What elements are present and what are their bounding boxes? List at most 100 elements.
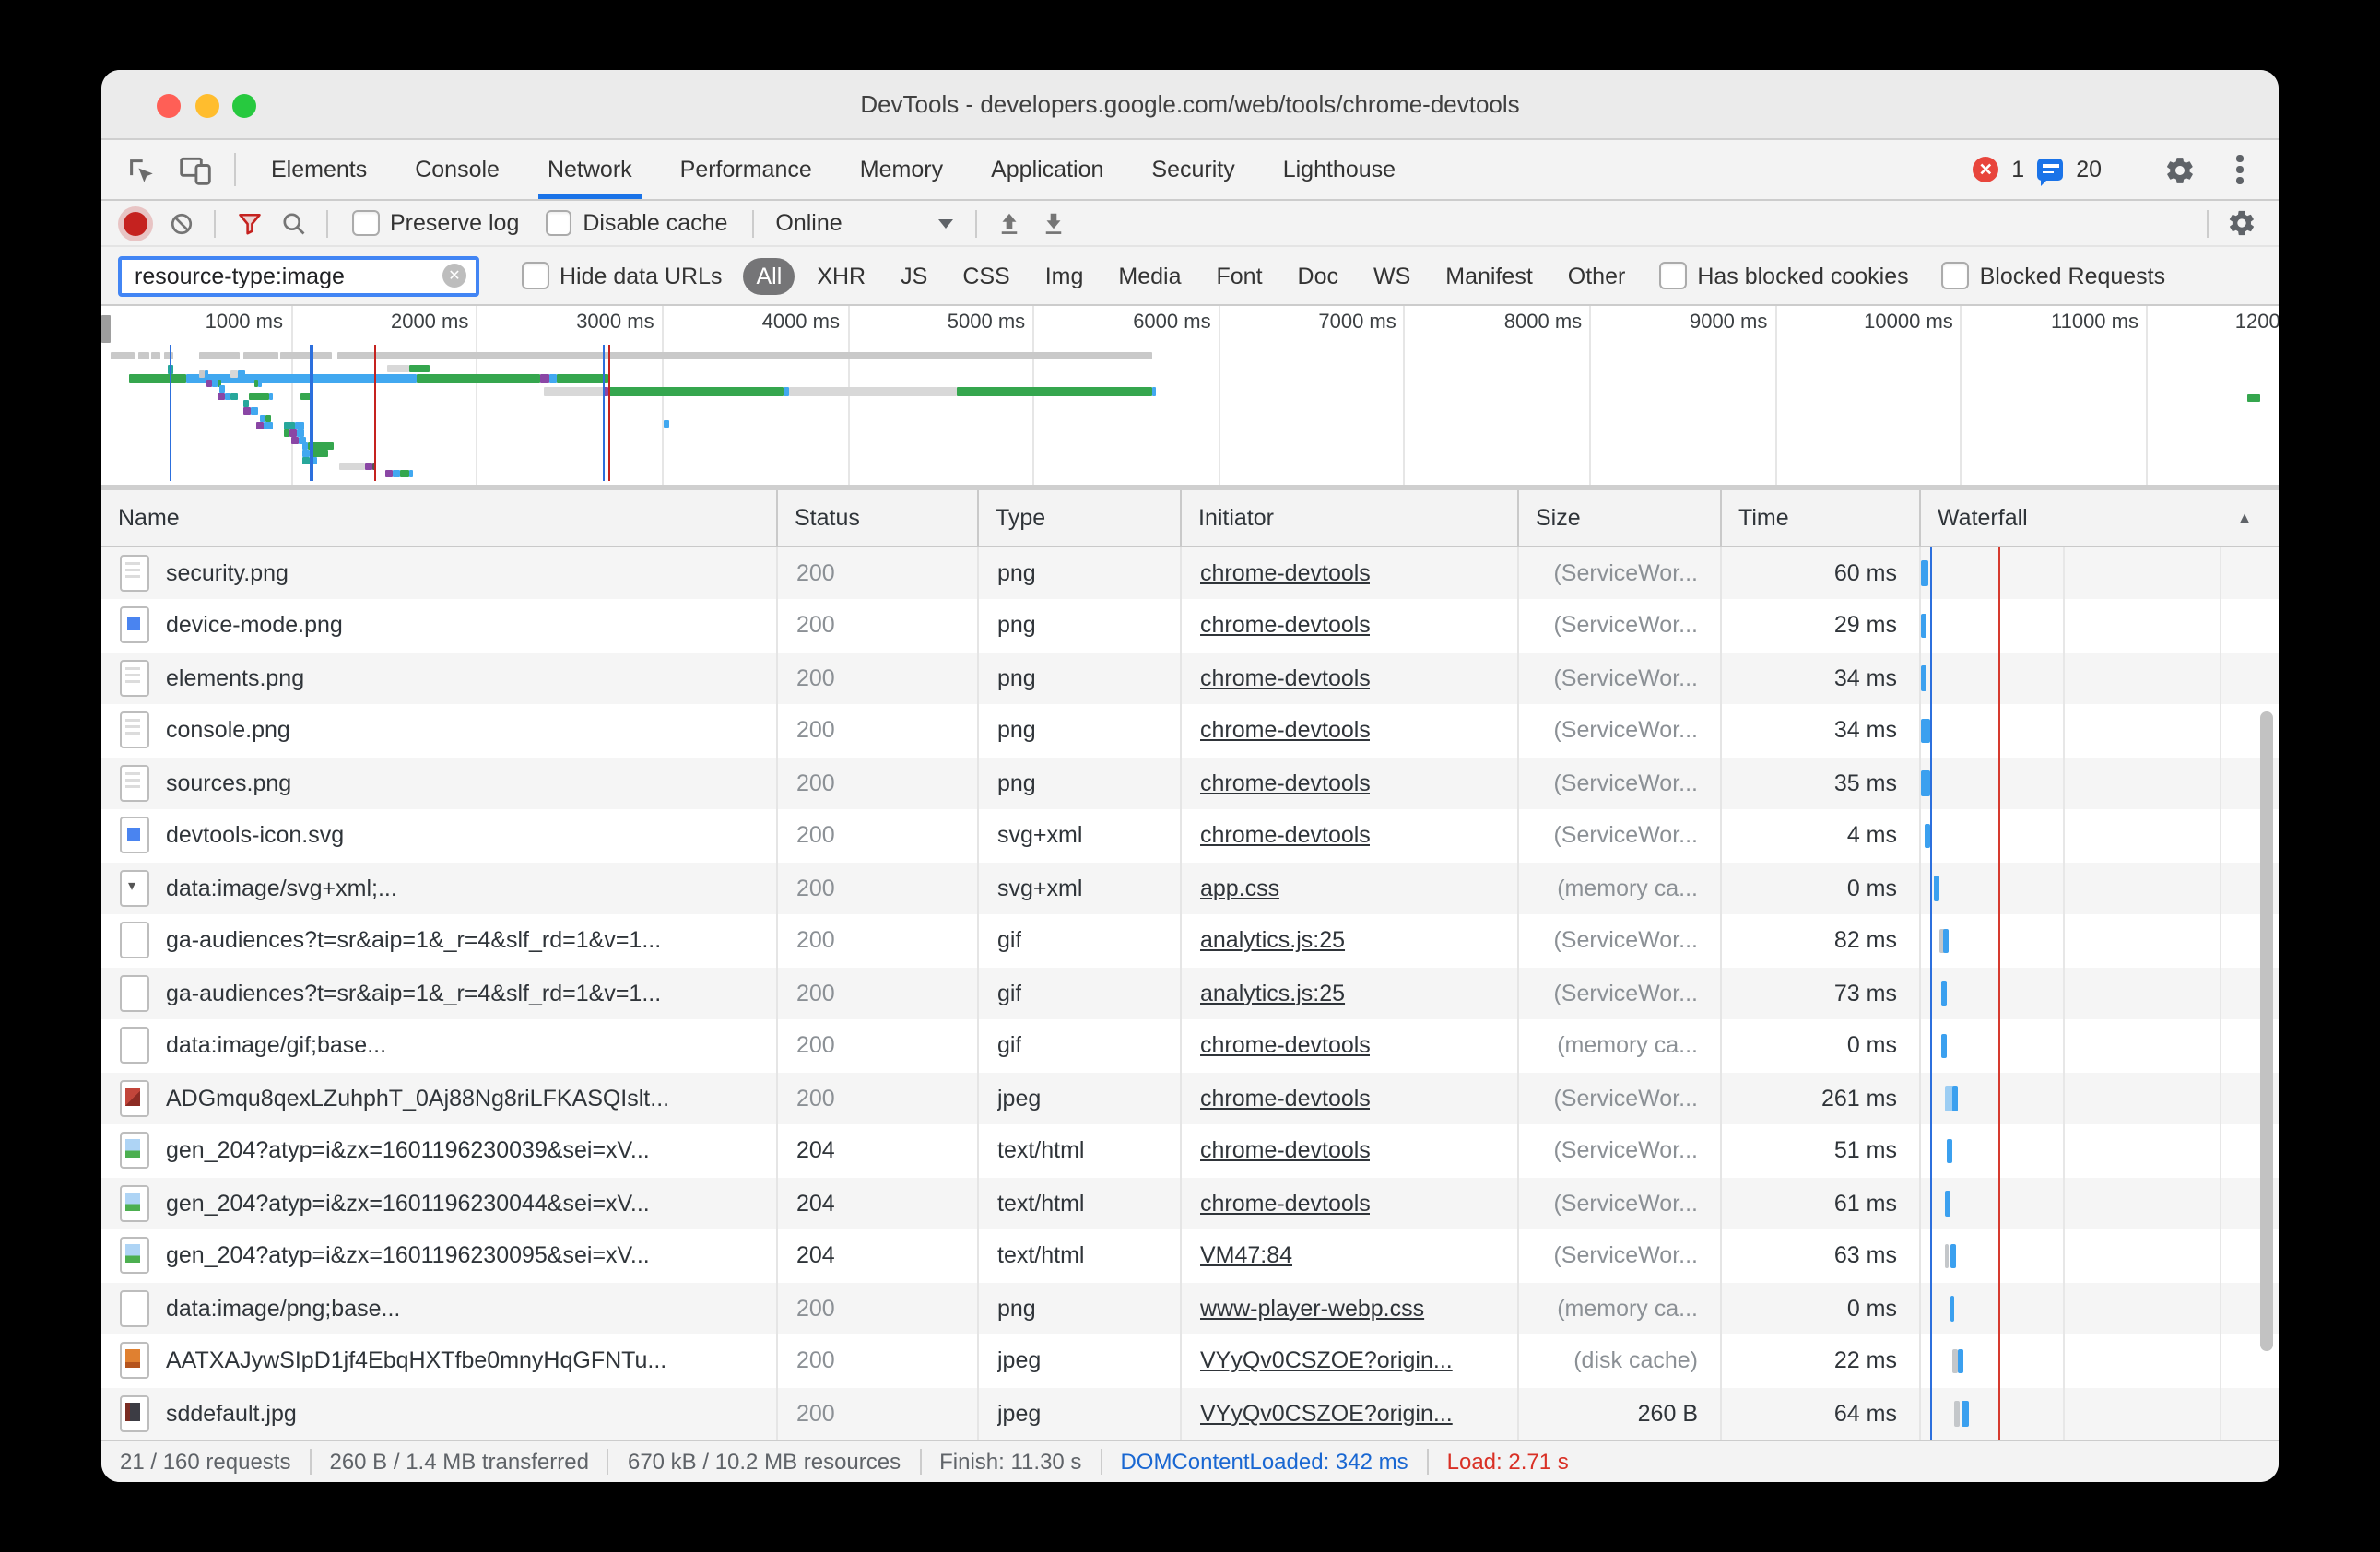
network-request-row[interactable]: data:image/gif;base...200gifchrome-devto…	[101, 1019, 2279, 1072]
column-header-initiator[interactable]: Initiator	[1182, 489, 1519, 545]
request-name-cell[interactable]: ga-audiences?t=sr&aip=1&_r=4&slf_rd=1&v=…	[101, 967, 778, 1019]
network-request-row[interactable]: device-mode.png200pngchrome-devtools(Ser…	[101, 599, 2279, 652]
initiator-link[interactable]: chrome-devtools	[1200, 1086, 1371, 1111]
initiator-link[interactable]: chrome-devtools	[1200, 1191, 1371, 1217]
export-har-icon[interactable]	[1031, 203, 1076, 243]
import-har-icon[interactable]	[987, 203, 1031, 243]
throttling-select[interactable]: Online	[775, 210, 952, 236]
tab-console[interactable]: Console	[391, 140, 524, 199]
filter-chip-font[interactable]: Font	[1204, 257, 1276, 294]
initiator-link[interactable]: chrome-devtools	[1200, 1138, 1371, 1164]
column-header-waterfall[interactable]: Waterfall▲	[1921, 489, 2279, 545]
initiator-link[interactable]: analytics.js:25	[1200, 928, 1345, 954]
initiator-link[interactable]: chrome-devtools	[1200, 718, 1371, 744]
filter-chip-js[interactable]: JS	[888, 257, 940, 294]
network-request-row[interactable]: gen_204?atyp=i&zx=1601196230039&sei=xV..…	[101, 1124, 2279, 1177]
column-header-size[interactable]: Size	[1519, 489, 1722, 545]
network-overview-timeline[interactable]: 1000 ms2000 ms3000 ms4000 ms5000 ms6000 …	[101, 306, 2279, 489]
error-badge-icon[interactable]: ✕	[1973, 157, 1998, 182]
initiator-link[interactable]: chrome-devtools	[1200, 665, 1371, 691]
network-request-row[interactable]: ga-audiences?t=sr&aip=1&_r=4&slf_rd=1&v=…	[101, 967, 2279, 1019]
filter-chip-ws[interactable]: WS	[1361, 257, 1423, 294]
initiator-link[interactable]: VM47:84	[1200, 1243, 1292, 1269]
network-request-row[interactable]: gen_204?atyp=i&zx=1601196230044&sei=xV..…	[101, 1177, 2279, 1229]
network-request-row[interactable]: ADGmqu8qexLZuhphT_0Aj88Ng8riLFKASQIslt..…	[101, 1072, 2279, 1124]
has-blocked-cookies-checkbox[interactable]	[1659, 263, 1686, 289]
tab-elements[interactable]: Elements	[247, 140, 391, 199]
column-header-status[interactable]: Status	[778, 489, 979, 545]
request-name-cell[interactable]: console.png	[101, 704, 778, 757]
request-name-cell[interactable]: AATXAJywSIpD1jf4EbqHXTfbe0mnyHqGFNTu...	[101, 1334, 778, 1387]
hide-data-urls-checkbox[interactable]	[522, 263, 548, 289]
initiator-link[interactable]: chrome-devtools	[1200, 770, 1371, 796]
preserve-log-checkbox[interactable]	[352, 210, 379, 237]
tab-application[interactable]: Application	[967, 140, 1127, 199]
network-request-row[interactable]: devtools-icon.svg200svg+xmlchrome-devtoo…	[101, 809, 2279, 862]
sort-ascending-icon[interactable]: ▲	[2236, 508, 2253, 526]
vertical-scrollbar-thumb[interactable]	[2260, 711, 2273, 1350]
initiator-link[interactable]: chrome-devtools	[1200, 823, 1371, 849]
initiator-link[interactable]: analytics.js:25	[1200, 981, 1345, 1006]
tab-lighthouse[interactable]: Lighthouse	[1259, 140, 1420, 199]
network-request-row[interactable]: security.png200pngchrome-devtools(Servic…	[101, 547, 2279, 599]
close-window-button[interactable]	[157, 93, 181, 117]
filter-chip-other[interactable]: Other	[1555, 257, 1639, 294]
disable-cache-checkbox[interactable]	[545, 210, 571, 237]
initiator-link[interactable]: VYyQv0CSZOE?origin...	[1200, 1348, 1453, 1374]
request-name-cell[interactable]: sddefault.jpg	[101, 1387, 778, 1440]
search-icon[interactable]	[271, 203, 315, 243]
tab-memory[interactable]: Memory	[836, 140, 967, 199]
initiator-link[interactable]: chrome-devtools	[1200, 560, 1371, 586]
request-name-cell[interactable]: security.png	[101, 547, 778, 599]
tab-security[interactable]: Security	[1127, 140, 1258, 199]
filter-chip-all[interactable]: All	[744, 257, 795, 294]
record-network-log-button[interactable]	[124, 211, 147, 235]
blocked-requests-checkbox[interactable]	[1942, 263, 1969, 289]
more-options-kebab-icon[interactable]	[2220, 156, 2260, 184]
request-name-cell[interactable]: ga-audiences?t=sr&aip=1&_r=4&slf_rd=1&v=…	[101, 914, 778, 967]
filter-chip-manifest[interactable]: Manifest	[1432, 257, 1546, 294]
filter-funnel-icon[interactable]	[227, 203, 271, 243]
initiator-link[interactable]: www-player-webp.css	[1200, 1296, 1424, 1322]
network-request-row[interactable]: elements.png200pngchrome-devtools(Servic…	[101, 652, 2279, 704]
column-header-time[interactable]: Time	[1722, 489, 1921, 545]
column-header-name[interactable]: Name	[101, 489, 778, 545]
settings-gear-icon[interactable]	[2151, 154, 2207, 185]
request-name-cell[interactable]: gen_204?atyp=i&zx=1601196230044&sei=xV..…	[101, 1177, 778, 1229]
filter-chip-doc[interactable]: Doc	[1285, 257, 1351, 294]
filter-chip-media[interactable]: Media	[1105, 257, 1194, 294]
clear-filter-icon[interactable]: ✕	[442, 264, 466, 288]
filter-chip-xhr[interactable]: XHR	[804, 257, 878, 294]
inspect-element-button[interactable]	[112, 140, 168, 199]
request-name-cell[interactable]: data:image/png;base...	[101, 1282, 778, 1334]
network-request-row[interactable]: data:image/svg+xml;...200svg+xmlapp.css(…	[101, 862, 2279, 914]
toggle-device-toolbar-button[interactable]	[168, 140, 223, 199]
network-filter-input[interactable]	[131, 261, 442, 290]
request-name-cell[interactable]: gen_204?atyp=i&zx=1601196230095&sei=xV..…	[101, 1229, 778, 1282]
minimize-window-button[interactable]	[194, 93, 218, 117]
zoom-window-button[interactable]	[232, 93, 256, 117]
initiator-link[interactable]: chrome-devtools	[1200, 1033, 1371, 1059]
network-request-row[interactable]: AATXAJywSIpD1jf4EbqHXTfbe0mnyHqGFNTu...2…	[101, 1334, 2279, 1387]
request-name-cell[interactable]: elements.png	[101, 652, 778, 704]
initiator-link[interactable]: VYyQv0CSZOE?origin...	[1200, 1401, 1453, 1427]
window-titlebar[interactable]: DevTools - developers.google.com/web/too…	[101, 70, 2279, 140]
request-name-cell[interactable]: gen_204?atyp=i&zx=1601196230039&sei=xV..…	[101, 1124, 778, 1177]
network-request-row[interactable]: console.png200pngchrome-devtools(Service…	[101, 704, 2279, 757]
request-name-cell[interactable]: sources.png	[101, 757, 778, 809]
request-name-cell[interactable]: data:image/svg+xml;...	[101, 862, 778, 914]
issues-bubble-icon[interactable]	[2037, 159, 2063, 181]
initiator-link[interactable]: chrome-devtools	[1200, 613, 1371, 639]
request-name-cell[interactable]: device-mode.png	[101, 599, 778, 652]
network-request-row[interactable]: ga-audiences?t=sr&aip=1&_r=4&slf_rd=1&v=…	[101, 914, 2279, 967]
network-settings-gear-icon[interactable]	[2220, 203, 2264, 243]
request-name-cell[interactable]: data:image/gif;base...	[101, 1019, 778, 1072]
tab-network[interactable]: Network	[524, 140, 656, 199]
network-request-row[interactable]: gen_204?atyp=i&zx=1601196230095&sei=xV..…	[101, 1229, 2279, 1282]
initiator-link[interactable]: app.css	[1200, 876, 1279, 901]
request-name-cell[interactable]: ADGmqu8qexLZuhphT_0Aj88Ng8riLFKASQIslt..…	[101, 1072, 778, 1124]
filter-chip-css[interactable]: CSS	[949, 257, 1022, 294]
clear-network-log-button[interactable]	[159, 203, 203, 243]
request-name-cell[interactable]: devtools-icon.svg	[101, 809, 778, 862]
network-request-row[interactable]: sources.png200pngchrome-devtools(Service…	[101, 757, 2279, 809]
